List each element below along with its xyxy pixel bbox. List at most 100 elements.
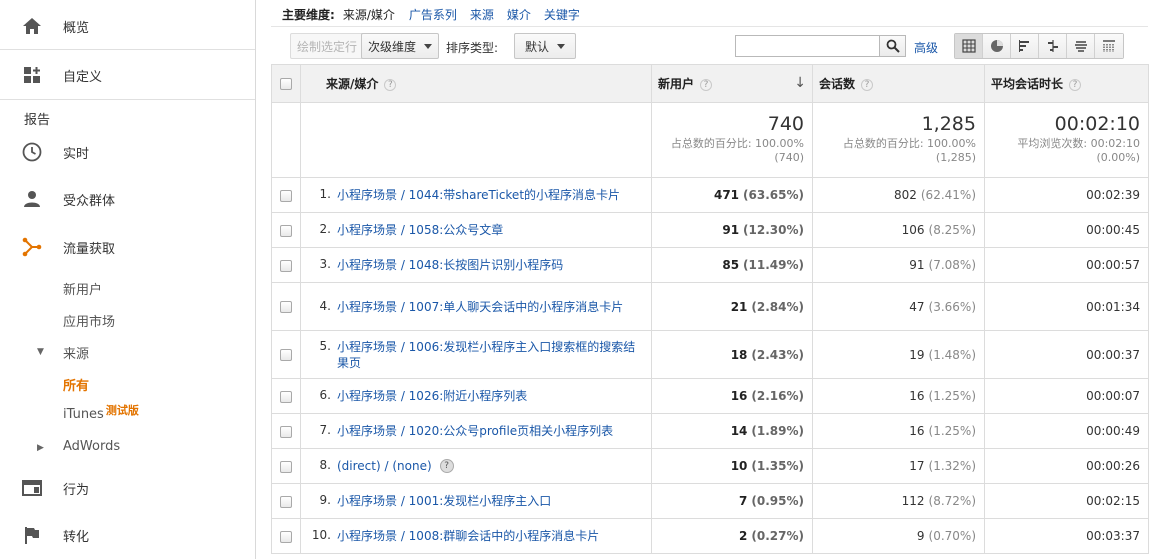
sessions-pct: (3.66%) xyxy=(928,299,976,314)
help-icon[interactable]: ? xyxy=(1069,78,1082,91)
nav-customize[interactable]: 自定义 xyxy=(0,63,255,87)
source-medium-link[interactable]: 小程序场景 / 1008:群聊会话中的小程序消息卡片 xyxy=(337,528,637,544)
new-users-cell: 10 (1.35%) xyxy=(651,448,813,484)
pivot-icon xyxy=(1103,40,1115,52)
new-users-value: 91 xyxy=(722,223,740,237)
avg-duration-cell: 00:02:15 xyxy=(984,483,1149,519)
row-checkbox[interactable] xyxy=(280,390,292,403)
browser-window-icon xyxy=(21,477,43,499)
row-checkbox[interactable] xyxy=(280,259,292,272)
header-new-users[interactable]: 新用户? ↓ xyxy=(651,64,813,103)
view-comparison-button[interactable] xyxy=(1039,34,1067,58)
sessions-value: 47 xyxy=(909,299,925,314)
totals-avg-duration-value: 00:02:10 xyxy=(1054,113,1140,135)
new-users-pct: (2.43%) xyxy=(751,347,804,362)
sessions-pct: (7.08%) xyxy=(928,258,976,272)
row-select-cell xyxy=(271,212,301,248)
nav-adwords[interactable]: AdWords xyxy=(63,439,120,454)
secondary-dimension-dropdown[interactable]: 次级维度 xyxy=(361,33,440,59)
help-icon[interactable]: ? xyxy=(384,78,397,91)
row-checkbox[interactable] xyxy=(280,530,292,543)
dimension-link-keyword[interactable]: 关键字 xyxy=(544,6,580,23)
nav-new-users[interactable]: 新用户 xyxy=(63,279,102,298)
new-users-value: 16 xyxy=(730,389,748,403)
new-users-value: 21 xyxy=(730,299,748,314)
row-checkbox[interactable] xyxy=(280,189,292,202)
advanced-filter-link[interactable]: 高级 xyxy=(914,39,938,56)
dimension-link-medium[interactable]: 媒介 xyxy=(507,6,531,23)
source-medium-link[interactable]: (direct) / (none) xyxy=(337,458,432,474)
totals-new-users-value: 740 xyxy=(767,113,804,135)
view-pivot-button[interactable] xyxy=(1095,34,1123,58)
source-medium-link[interactable]: 小程序场景 / 1007:单人聊天会话中的小程序消息卡片 xyxy=(337,299,637,315)
source-medium-link[interactable]: 小程序场景 / 1001:发现栏小程序主入口 xyxy=(337,493,637,509)
reports-heading: 报告 xyxy=(24,113,51,128)
avg-duration-value: 00:00:57 xyxy=(1086,258,1140,272)
totals-avg-duration-sub: 平均浏览次数: 00:02:10 xyxy=(1017,137,1140,150)
totals-sessions-abs: (1,285) xyxy=(935,151,976,164)
row-checkbox[interactable] xyxy=(280,224,292,237)
view-term-cloud-button[interactable] xyxy=(1067,34,1095,58)
totals-avg-duration-pct: (0.00%) xyxy=(1096,151,1140,164)
sort-type-dropdown[interactable]: 默认 xyxy=(514,33,577,59)
header-avg-duration[interactable]: 平均会话时长? xyxy=(984,64,1149,103)
select-all-cell xyxy=(271,64,301,103)
nav-acquisition[interactable]: 流量获取 xyxy=(0,235,255,259)
source-medium-link[interactable]: 小程序场景 / 1048:长按图片识别小程序码 xyxy=(337,257,637,273)
totals-sessions-value: 1,285 xyxy=(921,113,976,135)
view-performance-button[interactable] xyxy=(1011,34,1039,58)
row-index: 5. xyxy=(319,338,331,353)
row-select-cell xyxy=(271,177,301,213)
nav-overview[interactable]: 概览 xyxy=(0,14,255,38)
view-pie-button[interactable] xyxy=(983,34,1011,58)
row-checkbox[interactable] xyxy=(280,495,292,508)
nav-behavior-label: 行为 xyxy=(63,482,90,498)
sessions-value: 112 xyxy=(901,494,925,508)
source-medium-link[interactable]: 小程序场景 / 1044:带shareTicket的小程序消息卡片 xyxy=(337,187,637,203)
plot-rows-button[interactable]: 绘制选定行 xyxy=(290,33,365,59)
nav-source[interactable]: 来源 xyxy=(63,343,89,362)
nav-acquisition-label: 流量获取 xyxy=(63,241,116,257)
source-medium-link[interactable]: 小程序场景 / 1006:发现栏小程序主入口搜索框的搜索结果页 xyxy=(337,339,637,371)
search-button[interactable] xyxy=(879,35,906,57)
nav-conversions[interactable]: 转化 xyxy=(0,523,255,547)
source-medium-link[interactable]: 小程序场景 / 1020:公众号profile页相关小程序列表 xyxy=(337,423,637,439)
nav-all[interactable]: 所有 xyxy=(63,375,89,394)
table-row: 3. 小程序场景 / 1048:长按图片识别小程序码 85 (11.49%) 91 (7.… xyxy=(271,247,1149,283)
header-sessions[interactable]: 会话数? xyxy=(812,64,985,103)
select-all-checkbox[interactable] xyxy=(280,78,292,90)
primary-dimension-bar: 主要维度: 来源/媒介 广告系列 来源 媒介 关键字 xyxy=(282,5,593,23)
new-users-cell: 91 (12.30%) xyxy=(651,212,813,248)
primary-dimension-label: 主要维度: xyxy=(282,7,335,22)
nav-itunes-label: iTunes xyxy=(63,407,104,422)
caret-down-icon[interactable]: ▼ xyxy=(37,347,44,357)
table-search-input[interactable] xyxy=(735,35,880,57)
help-icon[interactable]: ? xyxy=(700,78,713,91)
table-row: 6. 小程序场景 / 1026:附近小程序列表 16 (2.16%) 16 (1.25%)… xyxy=(271,378,1149,414)
row-index: 3. xyxy=(319,257,331,271)
row-checkbox[interactable] xyxy=(280,301,292,313)
header-source-medium[interactable]: 来源/媒介? xyxy=(300,64,652,103)
row-checkbox[interactable] xyxy=(280,425,292,438)
source-medium-cell: 6. 小程序场景 / 1026:附近小程序列表 xyxy=(300,378,652,414)
row-select-cell xyxy=(271,448,301,484)
sidebar: 概览 自定义 报告 实时 受众群体 流量获取 新用户 应用市场 ▼ 来源 所有 … xyxy=(0,0,256,559)
nav-app-market[interactable]: 应用市场 xyxy=(63,311,115,330)
caret-right-icon[interactable]: ▶ xyxy=(37,443,44,453)
row-checkbox[interactable] xyxy=(280,349,292,361)
row-select-cell xyxy=(271,247,301,283)
source-medium-link[interactable]: 小程序场景 / 1026:附近小程序列表 xyxy=(337,388,637,404)
view-table-button[interactable] xyxy=(955,34,983,58)
nav-realtime[interactable]: 实时 xyxy=(0,140,255,164)
dimension-link-source[interactable]: 来源 xyxy=(470,6,494,23)
source-medium-link[interactable]: 小程序场景 / 1058:公众号文章 xyxy=(337,222,637,238)
row-checkbox[interactable] xyxy=(280,460,292,473)
nav-itunes[interactable]: iTunes 测试版 xyxy=(63,404,139,422)
nav-behavior[interactable]: 行为 xyxy=(0,476,255,500)
help-icon[interactable]: ? xyxy=(439,458,454,473)
dimension-link-campaign[interactable]: 广告系列 xyxy=(409,6,457,23)
avg-duration-cell: 00:00:26 xyxy=(984,448,1149,484)
help-icon[interactable]: ? xyxy=(861,78,874,91)
row-index: 2. xyxy=(319,222,331,236)
nav-audience[interactable]: 受众群体 xyxy=(0,187,255,211)
